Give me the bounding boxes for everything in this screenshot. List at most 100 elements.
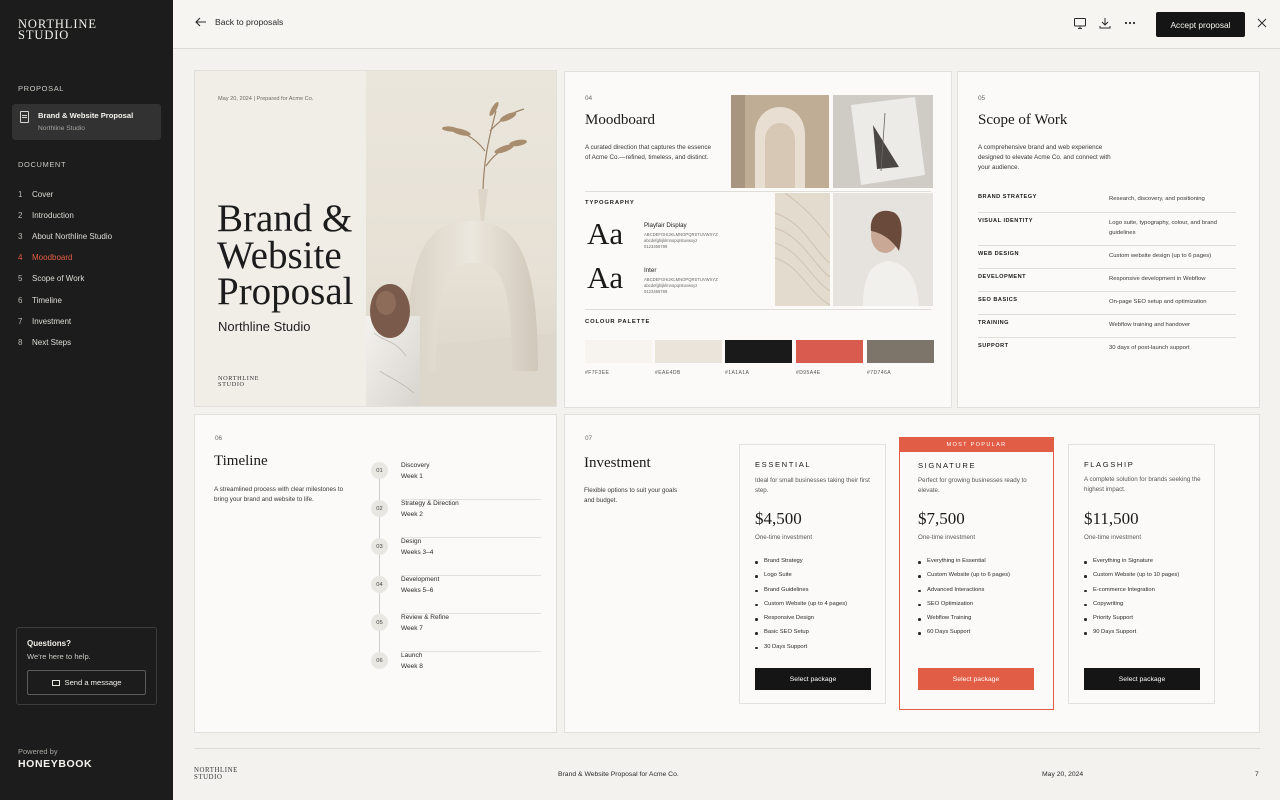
cover-title-line: Proposal: [217, 270, 354, 313]
feature-item: Custom Website (up to 6 pages): [918, 572, 1010, 586]
glyph-line: 0123456789: [644, 289, 668, 294]
nav-item-introduction[interactable]: 2 Introduction: [18, 205, 112, 226]
texture-image: [774, 192, 831, 306]
nav-item-timeline[interactable]: 6 Timeline: [18, 289, 112, 310]
feature-item: E-commerce Integration: [1084, 587, 1179, 601]
cover-logo: NORTHLINE STUDIO: [218, 375, 259, 388]
package-price: $7,500: [918, 509, 965, 528]
monitor-icon[interactable]: [1073, 16, 1087, 30]
scope-value: 30 days of post-launch support: [1109, 345, 1190, 351]
step-week: Week 1: [401, 473, 423, 480]
scope-row: WEB DESIGN Custom website design (up to 6…: [978, 245, 1236, 268]
nav-num: 4: [18, 253, 23, 263]
timeline-page[interactable]: 06 Timeline A streamlined process with c…: [194, 414, 557, 733]
colour-palette-label: COLOUR PALETTE: [585, 319, 651, 325]
cover-subtitle: Northline Studio: [218, 319, 311, 334]
nav-item-scope[interactable]: 5 Scope of Work: [18, 268, 112, 289]
nav-label: Cover: [32, 190, 54, 200]
send-message-button[interactable]: Send a message: [27, 670, 146, 695]
timeline-step: Launch Week 8: [401, 652, 541, 690]
feature-item: Custom Website (up to 4 pages): [755, 601, 847, 615]
step-week: Week 2: [401, 511, 423, 518]
timeline-title: Timeline: [214, 453, 268, 469]
footer-title: Brand & Website Proposal for Acme Co.: [558, 771, 679, 778]
moodboard-description: A curated direction that captures the es…: [585, 144, 712, 161]
footer-logo-line: STUDIO: [194, 774, 223, 781]
scope-value: Research, discovery, and positioning: [1109, 196, 1205, 202]
color-swatch: [655, 340, 722, 363]
swatch-hex: #F7F3EE: [585, 370, 610, 376]
scope-key: VISUAL IDENTITY: [978, 218, 1033, 224]
page-number: 07: [585, 435, 593, 442]
package-features: Everything in Signature Custom Website (…: [1084, 558, 1179, 644]
nav-item-investment[interactable]: 7 Investment: [18, 311, 112, 332]
feature-item: Everything in Essential: [918, 558, 1010, 572]
step-week: Week 7: [401, 625, 423, 632]
scope-row: VISUAL IDENTITY Logo suite, typography, c…: [978, 212, 1236, 245]
nav-num: 5: [18, 274, 23, 284]
questions-text: We're here to help.: [27, 652, 91, 661]
step-week: Week 8: [401, 663, 423, 670]
page-number: 04: [585, 95, 593, 102]
package-signature: MOST POPULAR SIGNATURE Perfect for growi…: [899, 437, 1054, 710]
back-to-proposals-link[interactable]: Back to proposals: [195, 17, 283, 27]
sidebar-logo[interactable]: NORTHLINE STUDIO: [18, 18, 97, 42]
step-name: Launch: [401, 652, 423, 659]
package-price: $4,500: [755, 509, 802, 528]
package-essential: ESSENTIAL Ideal for small businesses tak…: [739, 444, 886, 704]
nav-item-next-steps[interactable]: 8 Next Steps: [18, 332, 112, 353]
scope-key: SUPPORT: [978, 343, 1009, 349]
step-name: Discovery: [401, 462, 430, 469]
nav-item-cover[interactable]: 1 Cover: [18, 184, 112, 205]
font-name: Inter: [644, 267, 657, 274]
nav-item-moodboard[interactable]: 4 Moodboard: [18, 247, 112, 268]
scope-row: DEVELOPMENT Responsive development in Web…: [978, 268, 1236, 291]
step-name: Strategy & Direction: [401, 500, 459, 507]
honeybook-logo[interactable]: HONEYBOOK: [18, 758, 92, 770]
step-name: Development: [401, 576, 440, 583]
font-sample: Aa: [587, 216, 624, 251]
select-package-button[interactable]: Select package: [918, 668, 1034, 690]
package-features: Everything in Essential Custom Website (…: [918, 558, 1010, 644]
feature-item: 60 Days Support: [918, 629, 1010, 643]
scope-row: SEO BASICS On-page SEO setup and optimiza…: [978, 291, 1236, 314]
scope-of-work-page[interactable]: 05 Scope of Work A comprehensive brand a…: [957, 71, 1260, 408]
feature-item: Copywriting: [1084, 601, 1179, 615]
moodboard-page[interactable]: 04 Moodboard A curated direction that ca…: [564, 71, 952, 408]
accept-proposal-button[interactable]: Accept proposal: [1156, 12, 1245, 37]
nav-item-about[interactable]: 3 About Northline Studio: [18, 226, 112, 247]
step-week: Weeks 5–6: [401, 587, 434, 594]
footer-date: May 20, 2024: [1042, 771, 1084, 778]
portrait-image: [833, 193, 933, 306]
package-name: SIGNATURE: [918, 461, 977, 470]
feature-item: Basic SEO Setup: [755, 629, 847, 643]
select-package-button[interactable]: Select package: [755, 668, 871, 690]
divider: [585, 309, 931, 310]
mail-icon: [51, 679, 60, 686]
step-number: 06: [371, 652, 388, 669]
feature-item: Responsive Design: [755, 615, 847, 629]
cover-page[interactable]: May 20, 2024 | Prepared for Acme Co. Bra…: [194, 70, 557, 407]
investment-page[interactable]: 07 Investment Flexible options to suit y…: [564, 414, 1260, 733]
investment-description: Flexible options to suit your goals and …: [584, 487, 678, 504]
swatch-hex: #EAE4DB: [655, 370, 681, 376]
color-swatch: [796, 340, 863, 363]
cover-title-line: Website: [217, 233, 342, 277]
arch-image: [731, 95, 829, 188]
page-footer: NORTHLINE STUDIO Brand & Website Proposa…: [194, 748, 1260, 788]
nav-num: 2: [18, 211, 23, 221]
cover-title: Brand & Website Proposal: [217, 199, 354, 313]
close-icon[interactable]: [1256, 17, 1268, 29]
more-icon[interactable]: [1123, 16, 1137, 30]
nav-num: 7: [18, 316, 23, 326]
step-number: 02: [371, 500, 388, 517]
scope-key: DEVELOPMENT: [978, 274, 1027, 280]
color-swatch: [725, 340, 792, 363]
current-document-card[interactable]: Brand & Website Proposal Northline Studi…: [12, 104, 161, 140]
typography-label: TYPOGRAPHY: [585, 200, 635, 206]
select-package-button[interactable]: Select package: [1084, 668, 1200, 690]
download-icon[interactable]: [1098, 16, 1112, 30]
package-name: ESSENTIAL: [755, 460, 812, 469]
nav-label: Next Steps: [32, 337, 72, 347]
document-nav: 1 Cover 2 Introduction 3 About Northline St…: [18, 184, 112, 353]
